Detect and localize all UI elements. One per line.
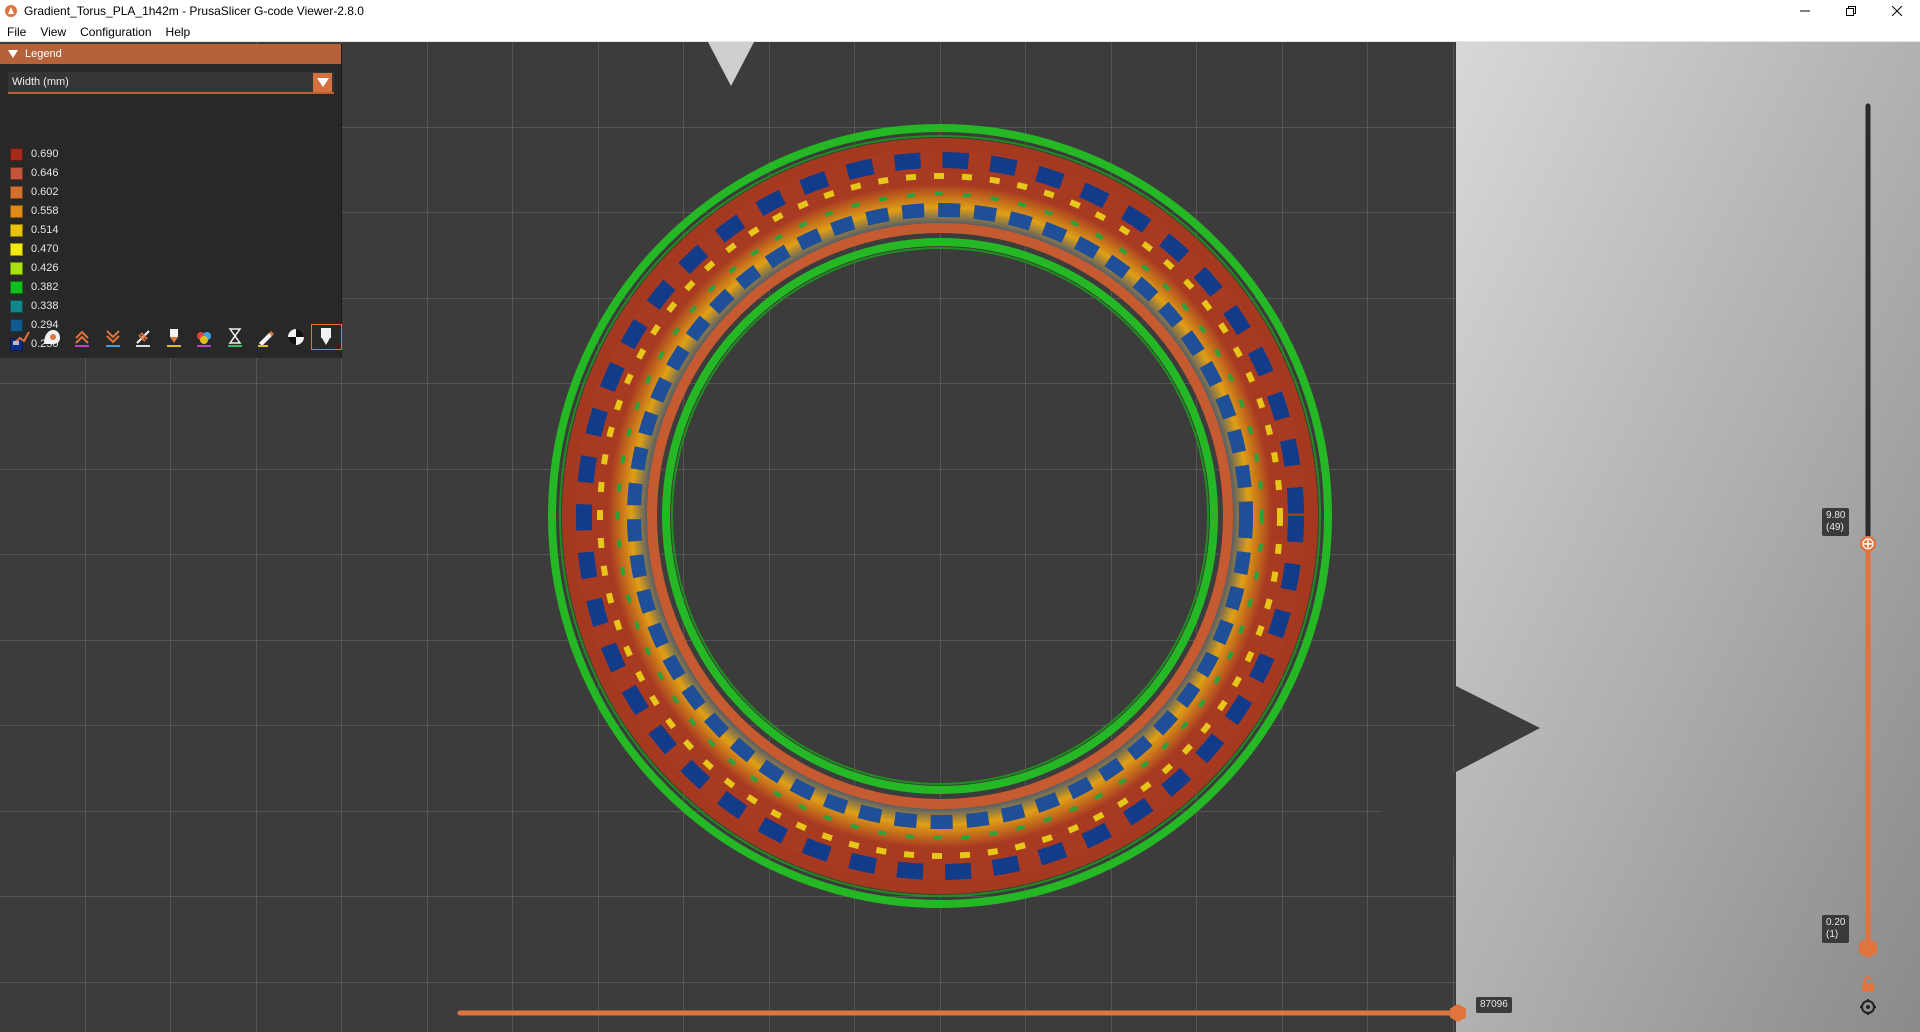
legend-item: 0.426	[10, 261, 59, 275]
legend-item: 0.514	[10, 223, 59, 237]
legend-item: 0.602	[10, 185, 59, 199]
unlock-button[interactable]	[1862, 976, 1874, 992]
prusaslicer-app-icon	[5, 5, 17, 17]
legend-item: 0.382	[10, 280, 59, 294]
toggle-center-of-gravity-button[interactable]	[281, 324, 312, 350]
legend-color-swatch	[10, 166, 23, 180]
toggle-travel-button[interactable]	[6, 324, 37, 350]
legend-color-swatch	[10, 261, 23, 275]
center-of-gravity-icon	[287, 329, 304, 345]
chevron-down-icon	[316, 78, 329, 87]
legend-value: 0.338	[31, 300, 59, 312]
legend-value: 0.382	[31, 281, 59, 293]
legend-color-swatch	[10, 185, 23, 199]
toggle-retractions-button[interactable]	[67, 324, 98, 350]
toggle-tool-marker-button[interactable]	[311, 324, 342, 350]
legend-value: 0.426	[31, 262, 59, 274]
pause-prints-icon	[227, 328, 242, 347]
title-bar: Gradient_Torus_PLA_1h42m - PrusaSlicer G…	[0, 0, 1920, 22]
slider-settings-button[interactable]	[1860, 999, 1876, 1015]
lower-layer-height: 0.20	[1826, 917, 1846, 928]
seams-icon	[136, 330, 151, 347]
lower-layer-label: 0.20 (1)	[1822, 915, 1850, 943]
legend-color-swatch	[10, 242, 23, 256]
legend-value: 0.602	[31, 186, 59, 198]
minimize-button[interactable]	[1782, 0, 1828, 22]
legend-color-swatch	[10, 147, 23, 161]
view-type-dropdown-button[interactable]	[313, 73, 332, 92]
move-slider-thumb[interactable]	[1450, 1004, 1466, 1022]
unlock-icon	[1862, 976, 1874, 992]
legend-color-swatch	[10, 280, 23, 294]
menu-view[interactable]: View	[33, 22, 73, 42]
wipe-icon	[43, 330, 60, 344]
legend-panel: Legend Width (mm) 0.690 0.646 0.602 0.558 0.…	[0, 44, 342, 358]
toggle-color-changes-button[interactable]	[189, 324, 220, 350]
layer-slider[interactable]	[1800, 96, 1900, 1032]
upper-layer-number: (49)	[1826, 522, 1844, 533]
close-icon	[1892, 6, 1902, 16]
toggle-seams-button[interactable]	[128, 324, 159, 350]
menu-configuration[interactable]: Configuration	[73, 22, 158, 42]
legend-item: 0.646	[10, 166, 59, 180]
legend-value: 0.690	[31, 148, 59, 160]
retractions-icon	[75, 330, 90, 347]
deretractions-icon	[105, 330, 120, 347]
custom-gcodes-icon	[258, 331, 275, 347]
travel-icon	[12, 331, 31, 345]
legend-title: Legend	[25, 48, 62, 60]
view-type-value: Width (mm)	[12, 76, 69, 88]
upper-layer-thumb[interactable]	[1860, 535, 1876, 552]
collapse-triangle-icon	[8, 50, 18, 58]
legend-color-swatch	[10, 223, 23, 237]
minimize-icon	[1800, 10, 1810, 12]
move-slider[interactable]	[452, 998, 1472, 1030]
close-button[interactable]	[1874, 0, 1920, 22]
color-changes-icon	[197, 332, 212, 347]
toggle-pause-prints-button[interactable]	[220, 324, 251, 350]
upper-layer-label: 9.80 (49)	[1822, 508, 1850, 536]
legend-color-swatch	[10, 204, 23, 218]
toggle-tool-changes-button[interactable]	[159, 324, 190, 350]
legend-value: 0.558	[31, 205, 59, 217]
legend-value: 0.470	[31, 243, 59, 255]
legend-header[interactable]: Legend	[0, 44, 341, 64]
legend-item: 0.690	[10, 147, 59, 161]
restore-icon	[1846, 6, 1856, 16]
legend-item: 0.558	[10, 204, 59, 218]
lower-layer-thumb[interactable]	[1859, 938, 1877, 958]
menu-bar: File View Configuration Help	[0, 22, 1920, 42]
lower-layer-number: (1)	[1826, 929, 1839, 940]
tool-marker-icon	[321, 328, 332, 345]
legend-item: 0.338	[10, 299, 59, 313]
view-type-combo[interactable]: Width (mm)	[8, 72, 334, 94]
tool-changes-icon	[166, 329, 181, 347]
legend-value: 0.646	[31, 167, 59, 179]
restore-button[interactable]	[1828, 0, 1874, 22]
menu-help[interactable]: Help	[159, 22, 198, 42]
toggle-deretractions-button[interactable]	[98, 324, 129, 350]
legend-value: 0.514	[31, 224, 59, 236]
legend-options-toolbar	[6, 324, 342, 350]
window-title: Gradient_Torus_PLA_1h42m - PrusaSlicer G…	[24, 4, 364, 18]
menu-file[interactable]: File	[0, 22, 33, 42]
cog-icon	[1860, 999, 1876, 1015]
toggle-wipe-button[interactable]	[37, 324, 68, 350]
toggle-custom-gcodes-button[interactable]	[250, 324, 281, 350]
upper-layer-height: 9.80	[1826, 510, 1846, 521]
legend-color-swatch	[10, 299, 23, 313]
legend-item: 0.470	[10, 242, 59, 256]
move-slider-value: 87096	[1476, 997, 1512, 1013]
